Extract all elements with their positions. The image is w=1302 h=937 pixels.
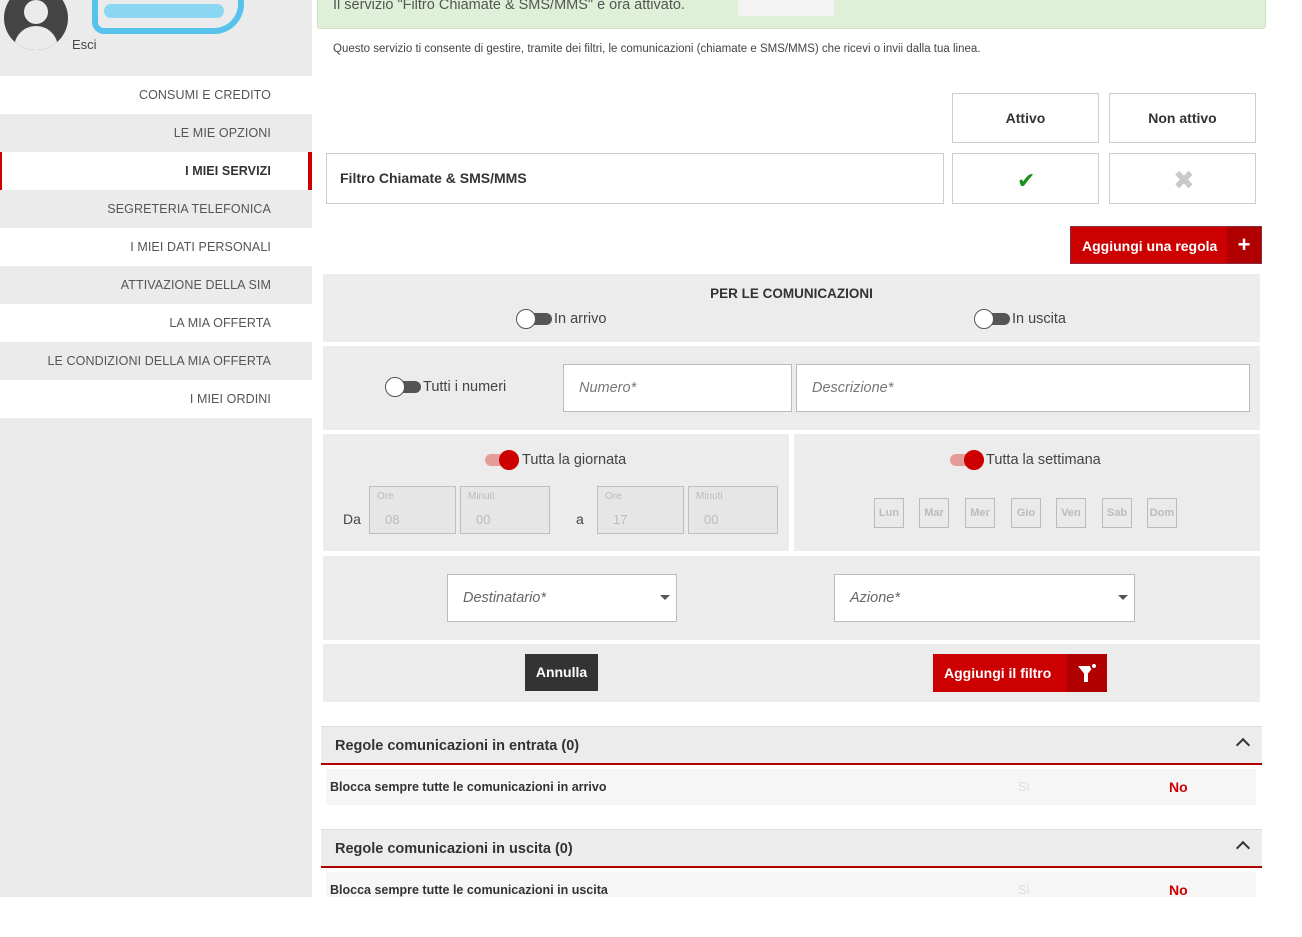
- from-hours-value: 08: [385, 512, 400, 527]
- to-minutes-field[interactable]: Minuti 00: [688, 486, 778, 534]
- outgoing-rules-title: Regole comunicazioni in uscita (0): [335, 841, 573, 857]
- recipient-select[interactable]: Destinatario*: [447, 574, 677, 622]
- page-root: Esci CONSUMI E CREDITO LE MIE OPZIONI I …: [0, 0, 1302, 937]
- from-hours-field[interactable]: Ore 08: [369, 486, 456, 534]
- sidebar-item-segreteria[interactable]: SEGRETERIA TELEFONICA: [0, 190, 312, 228]
- redacted-username: [92, 0, 244, 34]
- logout-link[interactable]: Esci: [72, 37, 97, 52]
- sidebar-nav: CONSUMI E CREDITO LE MIE OPZIONI I MIEI …: [0, 76, 312, 418]
- from-minutes-value: 00: [476, 512, 491, 527]
- week-panel: Tutta la settimana: [794, 434, 1260, 551]
- minutes-caption: Minuti: [468, 491, 495, 502]
- service-name: Filtro Chiamate & SMS/MMS: [326, 153, 944, 204]
- chevron-down-icon: [660, 595, 670, 600]
- add-filter-button[interactable]: Aggiungi il filtro: [933, 654, 1107, 692]
- service-description: Questo servizio ti consente di gestire, …: [333, 43, 981, 55]
- incoming-label: In arrivo: [554, 311, 607, 327]
- to-hours-field[interactable]: Ore 17: [597, 486, 684, 534]
- incoming-rules-header[interactable]: Regole comunicazioni in entrata (0): [321, 726, 1262, 765]
- column-header-active: Attivo: [952, 93, 1099, 143]
- sidebar-item-attivazione-sim[interactable]: ATTIVAZIONE DELLA SIM: [0, 266, 312, 304]
- filter-add-icon: [1067, 654, 1107, 692]
- outgoing-no-option[interactable]: No: [1169, 872, 1188, 897]
- chevron-down-icon: [1118, 595, 1128, 600]
- plus-icon: +: [1227, 227, 1261, 263]
- outgoing-block-all-label: Blocca sempre tutte le comunicazioni in …: [330, 883, 608, 897]
- all-week-toggle[interactable]: [948, 450, 986, 470]
- add-rule-button[interactable]: Aggiungi una regola +: [1070, 226, 1262, 264]
- day-button-wed[interactable]: Mer: [965, 498, 995, 528]
- incoming-block-all-row: Blocca sempre tutte le comunicazioni in …: [326, 769, 1256, 805]
- all-day-toggle[interactable]: [483, 450, 521, 470]
- user-profile: Esci: [0, 0, 312, 76]
- incoming-no-option[interactable]: No: [1169, 769, 1188, 805]
- actions-panel: [323, 644, 1260, 702]
- to-label: a: [576, 511, 584, 527]
- to-minutes-value: 00: [704, 512, 719, 527]
- status-inactive-cell[interactable]: ✖: [1109, 153, 1256, 204]
- checkmark-icon: ✔: [1017, 168, 1036, 193]
- description-field[interactable]: [796, 364, 1250, 412]
- outgoing-toggle[interactable]: [974, 309, 1012, 329]
- day-button-sun[interactable]: Dom: [1147, 498, 1177, 528]
- cancel-button[interactable]: Annulla: [525, 654, 598, 691]
- sidebar-item-servizi[interactable]: I MIEI SERVIZI: [0, 152, 312, 190]
- direction-panel: PER LE COMUNICAZIONI In arrivo In uscita: [323, 274, 1260, 342]
- recipient-placeholder: Destinatario*: [463, 590, 547, 606]
- all-numbers-toggle[interactable]: [385, 377, 423, 397]
- sidebar-item-dati-personali[interactable]: I MIEI DATI PERSONALI: [0, 228, 312, 266]
- sidebar-item-condizioni[interactable]: LE CONDIZIONI DELLA MIA OFFERTA: [0, 342, 312, 380]
- from-minutes-field[interactable]: Minuti 00: [460, 486, 550, 534]
- all-week-label: Tutta la settimana: [986, 452, 1101, 468]
- day-button-thu[interactable]: Gio: [1011, 498, 1041, 528]
- chevron-up-icon[interactable]: [1235, 737, 1251, 753]
- incoming-rules-title: Regole comunicazioni in entrata (0): [335, 738, 580, 754]
- action-placeholder: Azione*: [850, 590, 900, 606]
- number-field[interactable]: [563, 364, 792, 412]
- banner-close-button[interactable]: [738, 0, 834, 16]
- incoming-toggle[interactable]: [516, 309, 554, 329]
- outgoing-row-clip: Blocca sempre tutte le comunicazioni in …: [0, 872, 1302, 897]
- sidebar: Esci CONSUMI E CREDITO LE MIE OPZIONI I …: [0, 0, 312, 897]
- incoming-yes-option[interactable]: Sì: [1018, 769, 1030, 805]
- add-rule-label: Aggiungi una regola: [1082, 238, 1218, 254]
- hours-caption: Ore: [377, 491, 394, 502]
- outgoing-rules-header[interactable]: Regole comunicazioni in uscita (0): [321, 829, 1262, 868]
- day-button-tue[interactable]: Mar: [919, 498, 949, 528]
- outgoing-block-all-row: Blocca sempre tutte le comunicazioni in …: [326, 872, 1256, 897]
- sidebar-item-opzioni[interactable]: LE MIE OPZIONI: [0, 114, 312, 152]
- incoming-block-all-label: Blocca sempre tutte le comunicazioni in …: [330, 780, 607, 794]
- sidebar-item-offerta[interactable]: LA MIA OFFERTA: [0, 304, 312, 342]
- day-button-sat[interactable]: Sab: [1102, 498, 1132, 528]
- to-hours-value: 17: [613, 512, 628, 527]
- section-title: PER LE COMUNICAZIONI: [710, 286, 873, 301]
- sidebar-item-consumi[interactable]: CONSUMI E CREDITO: [0, 76, 312, 114]
- status-active-cell[interactable]: ✔: [952, 153, 1099, 204]
- add-filter-label: Aggiungi il filtro: [944, 665, 1052, 681]
- success-banner: Il servizio "Filtro Chiamate & SMS/MMS" …: [317, 0, 1266, 29]
- all-day-label: Tutta la giornata: [522, 452, 627, 468]
- chevron-up-icon[interactable]: [1235, 840, 1251, 856]
- close-icon: ✖: [1173, 165, 1195, 195]
- outgoing-yes-option[interactable]: Sì: [1018, 872, 1030, 897]
- column-header-inactive: Non attivo: [1109, 93, 1256, 143]
- minutes-caption: Minuti: [696, 491, 723, 502]
- day-button-fri[interactable]: Ven: [1056, 498, 1086, 528]
- outgoing-label: In uscita: [1012, 311, 1066, 327]
- day-button-mon[interactable]: Lun: [874, 498, 904, 528]
- all-numbers-label: Tutti i numeri: [423, 379, 507, 395]
- number-input[interactable]: [564, 365, 791, 411]
- description-input[interactable]: [797, 365, 1249, 411]
- action-select[interactable]: Azione*: [834, 574, 1135, 622]
- avatar-icon: [4, 0, 68, 50]
- from-label: Da: [343, 511, 361, 527]
- sidebar-item-ordini[interactable]: I MIEI ORDINI: [0, 380, 312, 418]
- success-message: Il servizio "Filtro Chiamate & SMS/MMS" …: [333, 0, 685, 13]
- hours-caption: Ore: [605, 491, 622, 502]
